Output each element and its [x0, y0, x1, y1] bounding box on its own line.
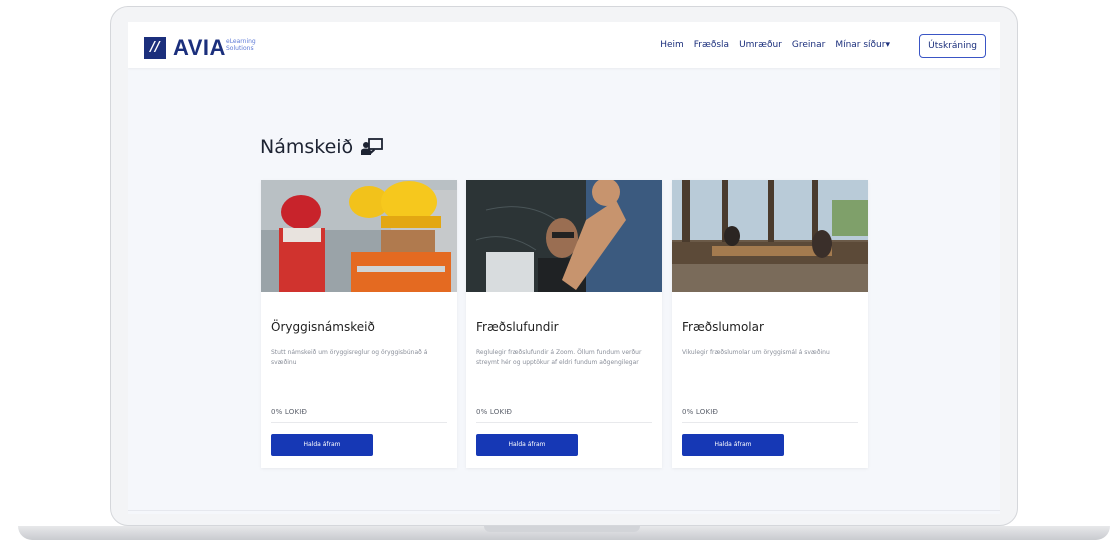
logo-icon[interactable]: // — [144, 37, 166, 59]
browser-screen: // AVIA eLearning Solutions Heim Fræðsla… — [128, 22, 1000, 514]
office-workspace-photo — [672, 180, 868, 292]
chevron-down-icon: ▾ — [885, 40, 890, 50]
continue-button[interactable]: Halda áfram — [682, 434, 784, 456]
laptop-meeting-photo — [466, 180, 662, 292]
course-progress: 0% LOKIÐ — [682, 408, 719, 416]
nav-link-fraedsla[interactable]: Fræðsla — [694, 40, 729, 50]
continue-button[interactable]: Halda áfram — [476, 434, 578, 456]
course-description: Stutt námskeið um öryggisreglur og örygg… — [271, 349, 428, 366]
course-description: Vikulegir fræðslumolar um öryggismál á s… — [682, 349, 830, 356]
teacher-icon — [361, 138, 384, 156]
page-title: Námskeið — [260, 136, 384, 158]
divider — [476, 422, 652, 423]
course-title: Fræðslufundir — [476, 320, 559, 334]
continue-button[interactable]: Halda áfram — [271, 434, 373, 456]
construction-workers-photo — [261, 180, 457, 292]
nav-link-minar-sidur[interactable]: Mínar síður▾ — [835, 40, 890, 50]
logo-text[interactable]: AVIA — [173, 35, 226, 61]
divider — [682, 422, 858, 423]
nav-link-minar-sidur-label: Mínar síður — [835, 40, 886, 50]
nav-link-umraedur[interactable]: Umræður — [739, 40, 782, 50]
logout-button[interactable]: Útskráning — [919, 34, 986, 58]
laptop-notch — [484, 526, 640, 532]
course-progress: 0% LOKIÐ — [271, 408, 308, 416]
nav-link-heim[interactable]: Heim — [660, 40, 684, 50]
logo-subtitle: eLearning Solutions — [226, 38, 256, 52]
course-progress: 0% LOKIÐ — [476, 408, 513, 416]
course-card[interactable]: Fræðslufundir Reglulegir fræðslufundir á… — [466, 180, 662, 468]
navbar: // AVIA eLearning Solutions Heim Fræðsla… — [128, 22, 1000, 68]
course-description: Reglulegir fræðslufundir á Zoom. Öllum f… — [476, 349, 642, 366]
course-title: Fræðslumolar — [682, 320, 764, 334]
nav-links: Heim Fræðsla Umræður Greinar Mínar síður… — [660, 40, 890, 50]
course-card[interactable]: Fræðslumolar Vikulegir fræðslumolar um ö… — [672, 180, 868, 468]
nav-link-greinar[interactable]: Greinar — [792, 40, 825, 50]
course-card[interactable]: Öryggisnámskeið Stutt námskeið um öryggi… — [261, 180, 457, 468]
course-title: Öryggisnámskeið — [271, 320, 375, 334]
page-title-text: Námskeið — [260, 136, 354, 158]
divider — [271, 422, 447, 423]
footer-divider — [128, 510, 1000, 511]
